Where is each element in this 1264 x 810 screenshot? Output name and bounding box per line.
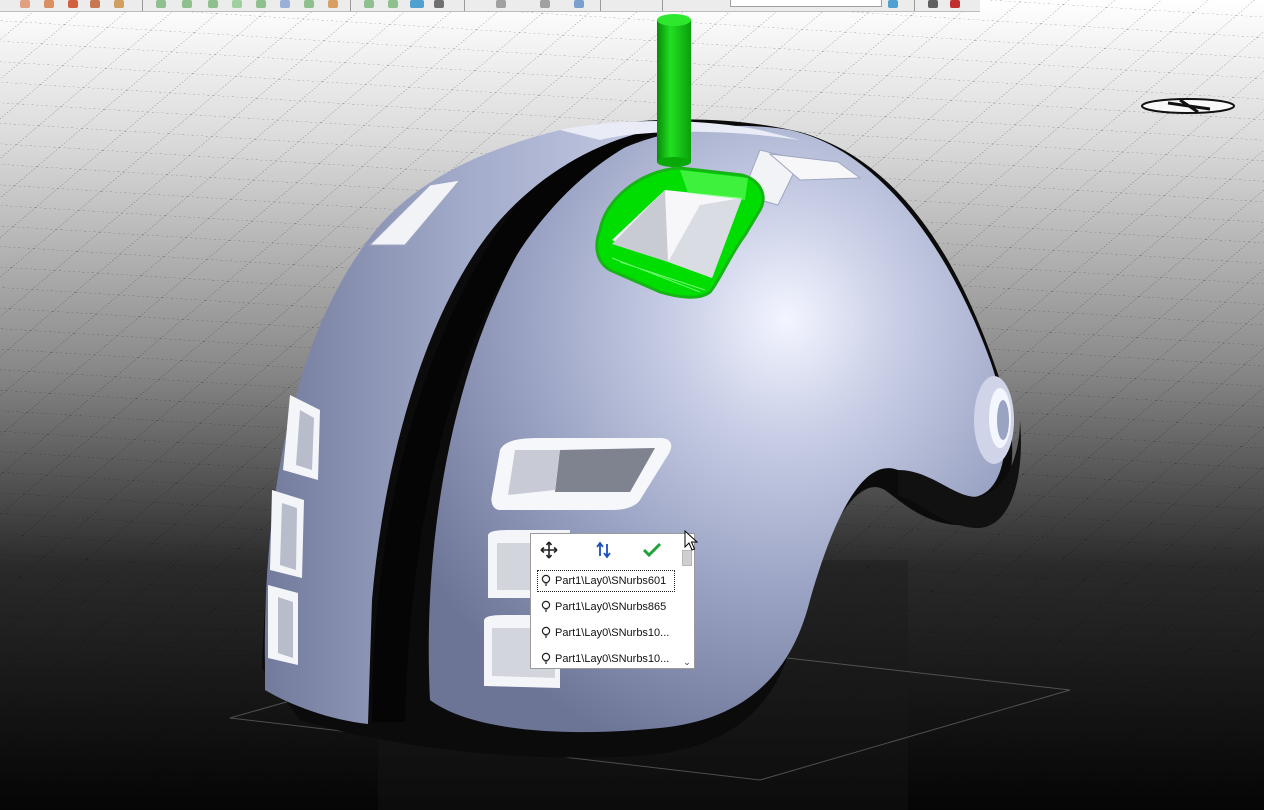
3d-viewport[interactable] [0,0,1264,810]
swap-arrows-icon [596,541,611,559]
toolbar-tool-icon[interactable] [410,0,424,8]
list-item[interactable]: Part1\Lay0\SNurbs10... [537,622,675,644]
toolbar-tool-icon[interactable] [574,0,584,8]
toolbar-tool-icon[interactable] [540,0,550,8]
lightbulb-icon [541,626,551,638]
popup-toolbar [531,534,694,566]
checkmark-icon [642,542,662,558]
toolbar-tool-icon[interactable] [364,0,374,8]
toolbar-tool-icon[interactable] [950,0,960,8]
toolbar-separator [464,0,465,11]
toolbar-separator [600,0,601,11]
list-item[interactable]: Part1\Lay0\SNurbs10... [537,648,675,670]
toolbar-tool-icon[interactable] [44,0,54,8]
list-item-label: Part1\Lay0\SNurbs601 [555,575,667,587]
toolbar-tool-icon[interactable] [388,0,398,8]
toolbar-tool-icon[interactable] [156,0,166,8]
toolbar-strip [0,0,980,12]
toolbar-tool-icon[interactable] [182,0,192,8]
move-arrows-icon [540,541,558,559]
ear-vent [974,376,1014,464]
toolbar-tool-icon[interactable] [280,0,290,8]
list-item-label: Part1\Lay0\SNurbs10... [555,627,670,639]
toolbar-separator [350,0,351,11]
toolbar-tool-icon[interactable] [90,0,100,8]
selection-list-popup[interactable]: Part1\Lay0\SNurbs601 Part1\Lay0\SNurbs86… [530,533,695,669]
list-item-label: Part1\Lay0\SNurbs865 [555,601,667,613]
toolbar-tool-icon[interactable] [114,0,124,8]
toolbar-tool-icon[interactable] [928,0,938,8]
lightbulb-icon [541,652,551,664]
lightbulb-icon [541,600,551,612]
list-scrollbar[interactable]: ⌄ [680,548,694,668]
entity-list[interactable]: Part1\Lay0\SNurbs601 Part1\Lay0\SNurbs86… [533,568,679,668]
toolbar-tool-icon[interactable] [232,0,242,8]
toolbar-separator [142,0,143,11]
toolbar-tool-icon[interactable] [434,0,444,8]
list-item-label: Part1\Lay0\SNurbs10... [555,653,670,665]
toolbar-tool-icon[interactable] [496,0,506,8]
scroll-down-icon[interactable]: ⌄ [682,656,692,668]
list-item[interactable]: Part1\Lay0\SNurbs601 [537,570,675,592]
move-button[interactable] [537,538,561,562]
toolbar-tool-icon[interactable] [328,0,338,8]
axis-triad-icon [1141,98,1235,114]
toolbar-tool-icon[interactable] [256,0,266,8]
mouse-cursor-icon [684,530,698,551]
swap-order-button[interactable] [592,538,616,562]
lightbulb-icon [541,574,551,586]
scrollbar-thumb[interactable] [682,550,692,566]
toolbar-tool-icon[interactable] [304,0,314,8]
list-item[interactable]: Part1\Lay0\SNurbs865 [537,596,675,618]
toolbar-input-field[interactable] [730,0,882,7]
toolbar-tool-icon[interactable] [20,0,30,8]
toolbar-separator [662,0,663,11]
toolbar-separator [914,0,915,11]
confirm-button[interactable] [640,538,664,562]
toolbar-tool-icon[interactable] [888,0,898,8]
toolbar-tool-icon[interactable] [208,0,218,8]
extrude-handle[interactable] [657,14,691,167]
toolbar-tool-icon[interactable] [68,0,78,8]
